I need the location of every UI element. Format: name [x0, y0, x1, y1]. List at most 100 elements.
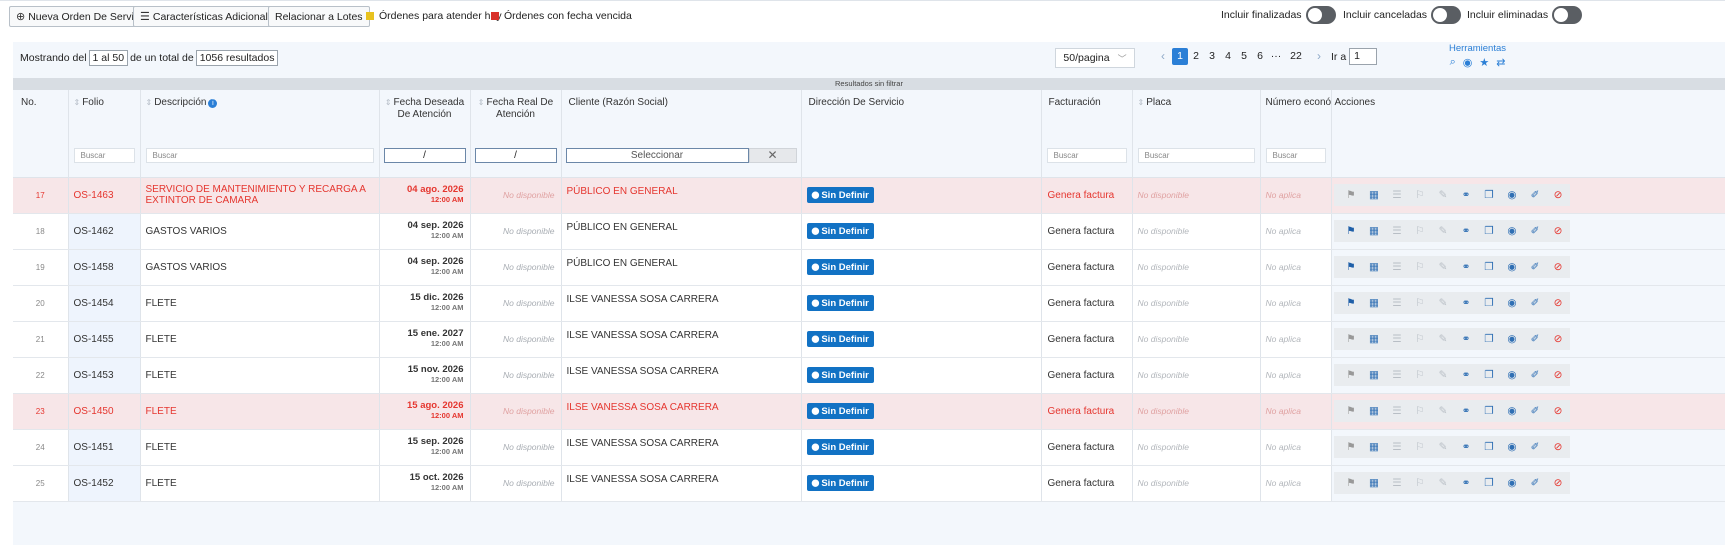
page-link[interactable]: 3: [1204, 48, 1220, 65]
comment-flag-icon[interactable]: ⚐: [1409, 477, 1432, 489]
flag-icon[interactable]: ⚑: [1340, 225, 1363, 237]
fecha-deseada-date-input[interactable]: /: [383, 147, 466, 163]
copy-icon[interactable]: ❐: [1478, 441, 1501, 453]
per-page-select[interactable]: 50/pagina ﹀: [1055, 48, 1135, 68]
page-link[interactable]: 4: [1220, 48, 1236, 65]
view-eye-icon[interactable]: ◉: [1501, 333, 1524, 345]
comment-flag-icon[interactable]: ⚐: [1409, 189, 1432, 201]
flag-icon[interactable]: ⚑: [1340, 297, 1363, 309]
additional-features-button[interactable]: ☰ Características Adicionales: [133, 6, 286, 27]
sin-definir-badge[interactable]: ⬤ Sin Definir: [806, 223, 874, 239]
edit-icon[interactable]: ✐: [1524, 297, 1547, 309]
flag-icon[interactable]: ⚑: [1340, 261, 1363, 273]
comment-flag-icon[interactable]: ⚐: [1409, 297, 1432, 309]
calendar-icon[interactable]: ▦: [1363, 261, 1386, 273]
page-link[interactable]: 2: [1188, 48, 1204, 65]
edit-icon[interactable]: ✐: [1524, 333, 1547, 345]
edit-icon[interactable]: ✐: [1524, 225, 1547, 237]
link-icon[interactable]: ⚭: [1455, 405, 1478, 417]
copy-icon[interactable]: ❐: [1478, 333, 1501, 345]
link-icon[interactable]: ⚭: [1455, 477, 1478, 489]
prev-page-icon[interactable]: ‹: [1154, 48, 1172, 65]
sort-icon[interactable]: ⇕: [74, 98, 81, 107]
list-icon[interactable]: ☰: [1386, 405, 1409, 417]
sort-icon[interactable]: ⇕: [385, 98, 392, 107]
star-icon[interactable]: ★: [1479, 56, 1489, 69]
comment-flag-icon[interactable]: ⚐: [1409, 261, 1432, 273]
link-icon[interactable]: ⚭: [1455, 225, 1478, 237]
table-row[interactable]: 21 OS-1455 FLETE 15 ene. 2027 12:00 AM No dis…: [13, 321, 1725, 358]
link-icon[interactable]: ⚭: [1455, 333, 1478, 345]
cell-folio[interactable]: OS-1454: [68, 285, 141, 322]
relate-lots-button[interactable]: Relacionar a Lotes: [268, 6, 370, 27]
sin-definir-badge[interactable]: ⬤ Sin Definir: [806, 187, 874, 203]
visibility-icon[interactable]: ◉: [1463, 56, 1473, 69]
numero-search-input[interactable]: Buscar: [1265, 147, 1326, 163]
col-fecha-deseada[interactable]: ⇕ Fecha Deseada De Atención: [379, 90, 471, 134]
cell-folio[interactable]: OS-1451: [68, 429, 141, 466]
copy-icon[interactable]: ❐: [1478, 477, 1501, 489]
view-eye-icon[interactable]: ◉: [1501, 441, 1524, 453]
calendar-icon[interactable]: ▦: [1363, 405, 1386, 417]
edit-pen-icon[interactable]: ✎: [1432, 261, 1455, 273]
table-row[interactable]: 20 OS-1454 FLETE 15 dic. 2026 12:00 AM No dis…: [13, 285, 1725, 322]
sort-icon[interactable]: ⇕: [1138, 98, 1145, 107]
view-eye-icon[interactable]: ◉: [1501, 369, 1524, 381]
col-placa[interactable]: ⇕ Placa: [1132, 90, 1261, 134]
flag-icon[interactable]: ⚑: [1340, 189, 1363, 201]
comment-flag-icon[interactable]: ⚐: [1409, 333, 1432, 345]
table-row[interactable]: 17 OS-1463 SERVICIO DE MANTENIMIENTO Y REC…: [13, 177, 1725, 214]
fecha-real-date-input[interactable]: /: [474, 147, 557, 163]
cell-folio[interactable]: OS-1450: [68, 393, 141, 430]
view-eye-icon[interactable]: ◉: [1501, 297, 1524, 309]
list-icon[interactable]: ☰: [1386, 477, 1409, 489]
include-deleted-toggle[interactable]: [1552, 6, 1583, 24]
col-folio[interactable]: ⇕ Folio: [68, 90, 141, 134]
cliente-select-value[interactable]: Seleccionar: [565, 147, 749, 163]
cell-folio[interactable]: OS-1458: [68, 249, 141, 286]
table-row[interactable]: 19 OS-1458 GASTOS VARIOS 04 sep. 2026 12:00 …: [13, 249, 1725, 286]
view-eye-icon[interactable]: ◉: [1501, 261, 1524, 273]
page-link[interactable]: 5: [1236, 48, 1252, 65]
edit-pen-icon[interactable]: ✎: [1432, 189, 1455, 201]
edit-pen-icon[interactable]: ✎: [1432, 297, 1455, 309]
cell-folio[interactable]: OS-1455: [68, 321, 141, 358]
sin-definir-badge[interactable]: ⬤ Sin Definir: [806, 439, 874, 455]
tools-title[interactable]: Herramientas: [1449, 43, 1506, 54]
cliente-select[interactable]: Seleccionar ✕: [565, 147, 797, 163]
list-icon[interactable]: ☰: [1386, 441, 1409, 453]
cancel-icon[interactable]: ⊘: [1547, 369, 1570, 381]
table-row[interactable]: 23 OS-1450 FLETE 15 ago. 2026 12:00 AM No dis…: [13, 393, 1725, 430]
comment-flag-icon[interactable]: ⚐: [1409, 225, 1432, 237]
placa-search-input[interactable]: Buscar: [1137, 147, 1255, 163]
edit-pen-icon[interactable]: ✎: [1432, 369, 1455, 381]
edit-pen-icon[interactable]: ✎: [1432, 225, 1455, 237]
flag-icon[interactable]: ⚑: [1340, 477, 1363, 489]
sin-definir-badge[interactable]: ⬤ Sin Definir: [806, 331, 874, 347]
goto-page-input[interactable]: 1: [1349, 48, 1378, 65]
calendar-icon[interactable]: ▦: [1363, 189, 1386, 201]
list-icon[interactable]: ☰: [1386, 189, 1409, 201]
list-icon[interactable]: ☰: [1386, 261, 1409, 273]
edit-pen-icon[interactable]: ✎: [1432, 477, 1455, 489]
cancel-icon[interactable]: ⊘: [1547, 225, 1570, 237]
comment-flag-icon[interactable]: ⚐: [1409, 441, 1432, 453]
sin-definir-badge[interactable]: ⬤ Sin Definir: [806, 367, 874, 383]
view-eye-icon[interactable]: ◉: [1501, 477, 1524, 489]
search-icon[interactable]: ⌕: [1450, 56, 1456, 69]
cancel-icon[interactable]: ⊘: [1547, 189, 1570, 201]
copy-icon[interactable]: ❐: [1478, 189, 1501, 201]
flag-icon[interactable]: ⚑: [1340, 405, 1363, 417]
copy-icon[interactable]: ❐: [1478, 297, 1501, 309]
page-ellipsis[interactable]: ···: [1268, 48, 1284, 65]
table-row[interactable]: 22 OS-1453 FLETE 15 nov. 2026 12:00 AM No dis…: [13, 357, 1725, 394]
list-icon[interactable]: ☰: [1386, 333, 1409, 345]
comment-flag-icon[interactable]: ⚐: [1409, 369, 1432, 381]
cancel-icon[interactable]: ⊘: [1547, 405, 1570, 417]
include-cancelled-toggle[interactable]: [1431, 6, 1462, 24]
facturacion-search-input[interactable]: Buscar: [1046, 147, 1127, 163]
cancel-icon[interactable]: ⊘: [1547, 333, 1570, 345]
flag-icon[interactable]: ⚑: [1340, 369, 1363, 381]
include-finished-toggle[interactable]: [1305, 6, 1336, 24]
comment-flag-icon[interactable]: ⚐: [1409, 405, 1432, 417]
